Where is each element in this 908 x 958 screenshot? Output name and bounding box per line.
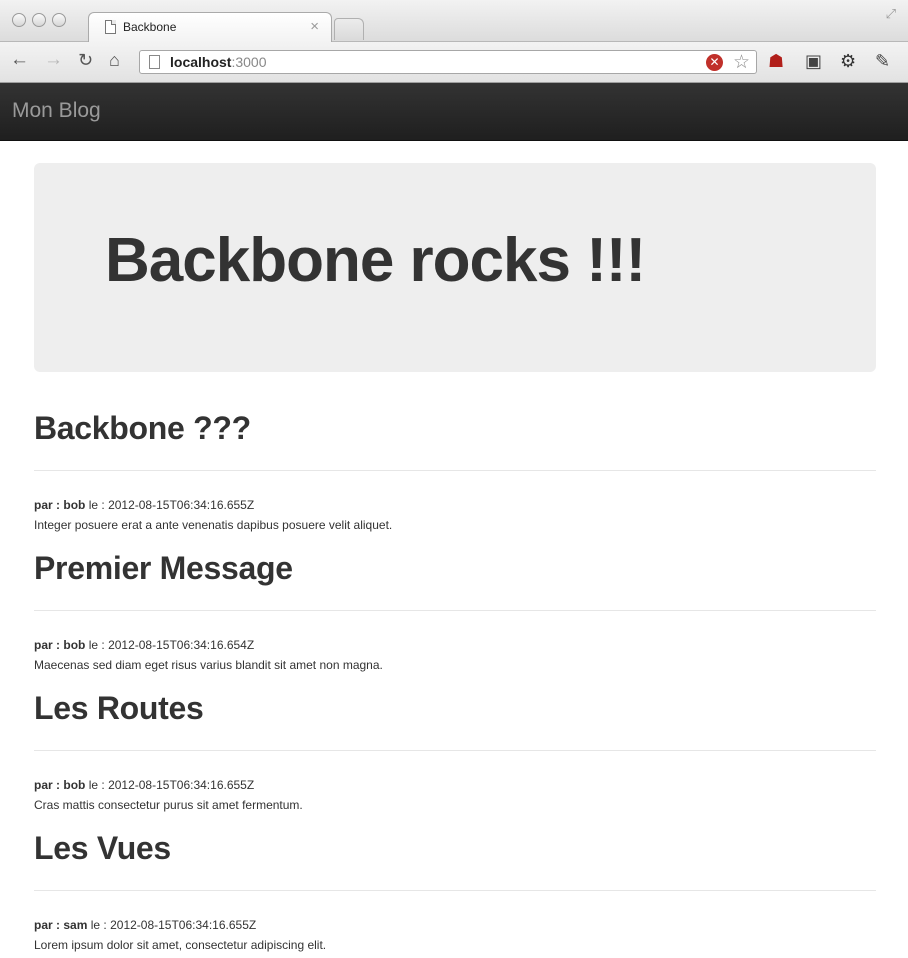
post-date: 2012-08-15T06:34:16.655Z — [110, 918, 257, 932]
post-meta: par : sam le : 2012-08-15T06:34:16.655Z — [34, 918, 256, 932]
by-label: par : — [34, 778, 61, 792]
wrench-icon[interactable]: ✎ — [875, 51, 890, 71]
post-divider — [34, 750, 876, 751]
post-meta: par : bob le : 2012-08-15T06:34:16.654Z — [34, 638, 254, 652]
post-author: bob — [63, 638, 86, 652]
minimize-window-button[interactable] — [32, 13, 46, 27]
post-author: bob — [63, 498, 86, 512]
browser-tab[interactable]: Backbone × — [88, 12, 332, 42]
post-date: 2012-08-15T06:34:16.654Z — [108, 638, 255, 652]
post-date: 2012-08-15T06:34:16.655Z — [108, 778, 255, 792]
window-controls — [12, 13, 66, 27]
browser-titlebar: Backbone × ⤢ — [0, 0, 908, 42]
post-title: Premier Message — [34, 550, 293, 586]
post-meta: par : bob le : 2012-08-15T06:34:16.655Z — [34, 498, 254, 512]
tab-title: Backbone — [123, 20, 177, 34]
page-extension-icon[interactable]: ▣ — [805, 51, 822, 71]
post-item: Backbone ??? par : bob le : 2012-08-15T0… — [34, 408, 876, 532]
page-icon — [149, 55, 160, 69]
hero-unit: Backbone rocks !!! — [34, 163, 876, 372]
post-message: Cras mattis consectetur purus sit amet f… — [34, 798, 303, 812]
post-item: Les Vues par : sam le : 2012-08-15T06:34… — [34, 828, 876, 952]
post-divider — [34, 610, 876, 611]
by-label: par : — [34, 918, 61, 932]
by-label: par : — [34, 638, 61, 652]
date-label: le : — [88, 498, 105, 512]
date-label: le : — [88, 638, 105, 652]
brand-link[interactable]: Mon Blog — [12, 99, 101, 123]
new-tab-button[interactable] — [334, 18, 364, 40]
home-icon[interactable]: ⌂ — [109, 49, 120, 71]
blocked-icon[interactable]: ✕ — [706, 54, 723, 71]
post-meta: par : bob le : 2012-08-15T06:34:16.655Z — [34, 778, 254, 792]
post-message: Lorem ipsum dolor sit amet, consectetur … — [34, 938, 327, 952]
post-title: Backbone ??? — [34, 410, 251, 446]
close-window-button[interactable] — [12, 13, 26, 27]
date-label: le : — [90, 918, 107, 932]
post-author: bob — [63, 778, 86, 792]
browser-toolbar: ← → ↻ ⌂ localhost:3000 ✕ ☆ ☗ ▣ ⚙ ✎ — [0, 42, 908, 83]
post-message: Integer posuere erat a ante venenatis da… — [34, 518, 393, 532]
post-divider — [34, 470, 876, 471]
page-icon — [105, 20, 116, 34]
fullscreen-icon[interactable]: ⤢ — [886, 6, 896, 22]
gear-icon[interactable]: ⚙ — [840, 51, 856, 71]
post-author: sam — [63, 918, 88, 932]
forward-icon[interactable]: → — [44, 49, 63, 71]
bookmark-star-icon[interactable]: ☆ — [733, 51, 750, 74]
by-label: par : — [34, 498, 61, 512]
post-title: Les Routes — [34, 690, 204, 726]
blog-navbar: Mon Blog — [0, 83, 908, 141]
back-icon[interactable]: ← — [10, 49, 29, 71]
address-bar[interactable]: localhost:3000 ✕ ☆ — [139, 50, 757, 74]
post-item: Les Routes par : bob le : 2012-08-15T06:… — [34, 688, 876, 812]
post-divider — [34, 890, 876, 891]
hero-title: Backbone rocks !!! — [105, 226, 646, 295]
post-message: Maecenas sed diam eget risus varius blan… — [34, 658, 383, 672]
reload-icon[interactable]: ↻ — [78, 49, 93, 71]
url-text[interactable]: localhost:3000 — [170, 54, 267, 70]
date-label: le : — [88, 778, 105, 792]
post-item: Premier Message par : bob le : 2012-08-1… — [34, 548, 876, 672]
turtle-extension-icon[interactable]: ☗ — [768, 51, 784, 71]
post-title: Les Vues — [34, 830, 171, 866]
post-date: 2012-08-15T06:34:16.655Z — [108, 498, 255, 512]
zoom-window-button[interactable] — [52, 13, 66, 27]
tab-close-icon[interactable]: × — [310, 18, 319, 35]
